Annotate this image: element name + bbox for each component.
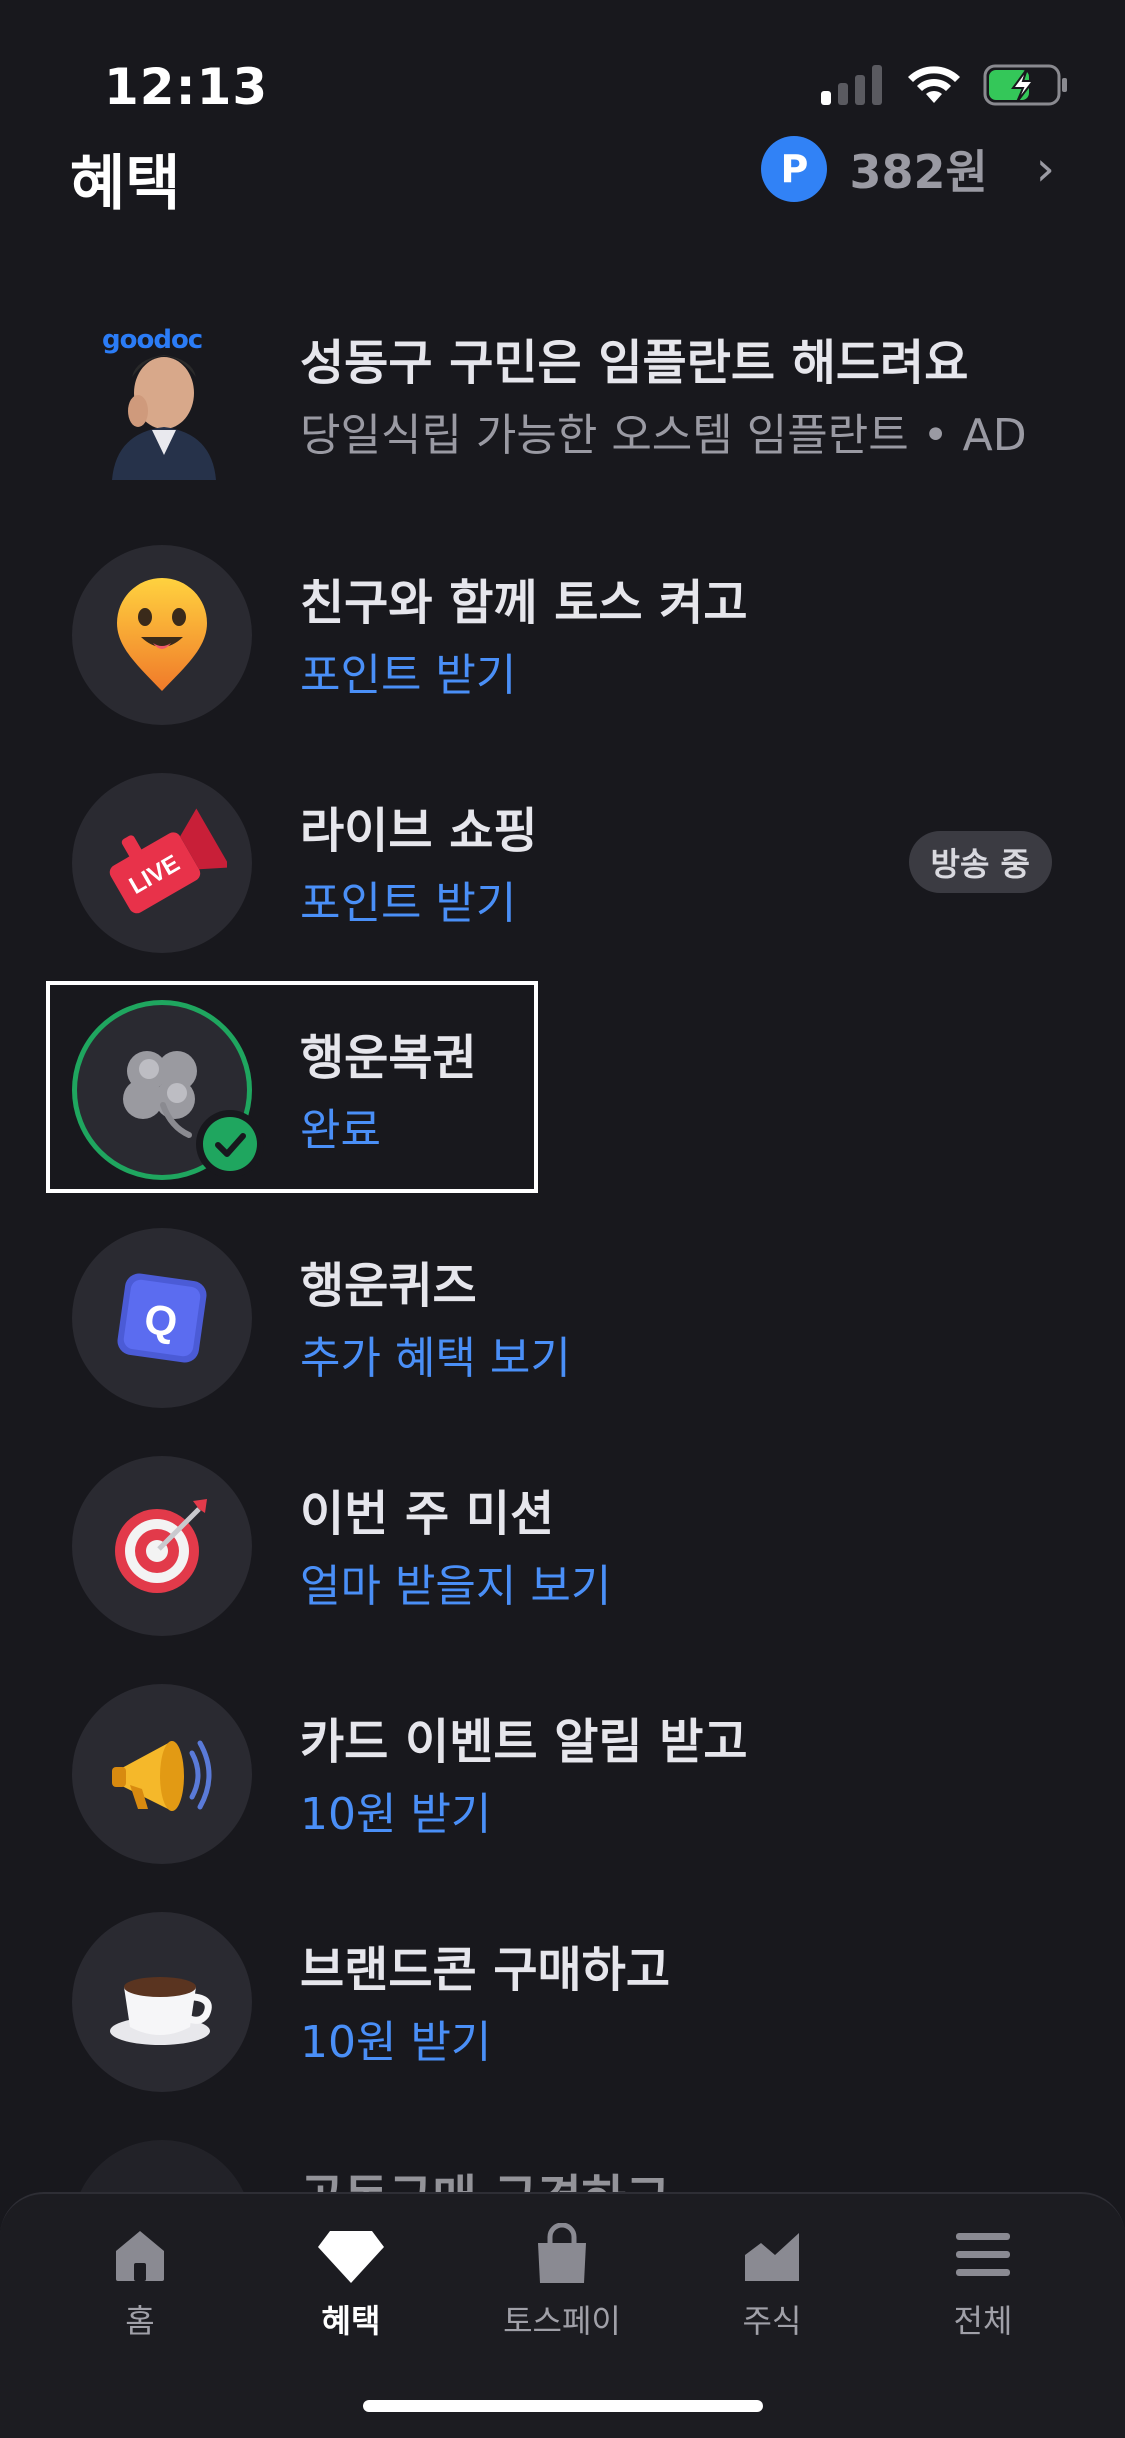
list-item-ad[interactable]: goodoc 성동구 구민은 임플란트 해드려요 당일식립 가능한 오스템 임플…	[72, 305, 1062, 485]
wifi-icon	[908, 66, 960, 103]
list-item-weekly-mission[interactable]: 이번 주 미션 얼마 받을지 보기	[72, 1456, 1062, 1636]
smiley-pin-icon	[72, 545, 252, 725]
battery-charging-icon	[983, 64, 1067, 106]
list-item-lucky-quiz[interactable]: Q 행운퀴즈 추가 혜택 보기	[72, 1228, 1062, 1408]
gem-icon	[271, 2220, 431, 2290]
list-item-brandcon[interactable]: 브랜드콘 구매하고 10원 받기	[72, 1912, 1062, 2092]
home-icon	[60, 2220, 220, 2290]
item-title: 친구와 함께 토스 켜고	[300, 575, 748, 631]
nav-home[interactable]: 홈	[60, 2220, 220, 2340]
item-title: 카드 이벤트 알림 받고	[300, 1714, 748, 1770]
live-megaphone-icon: LIVE	[72, 773, 252, 953]
menu-icon	[903, 2220, 1063, 2290]
nav-label: 홈	[125, 2302, 155, 2340]
coffee-cup-icon	[72, 1912, 252, 2092]
item-title: 행운복권	[300, 1030, 477, 1086]
target-icon	[72, 1456, 252, 1636]
item-subtitle: 10원 받기	[300, 2017, 492, 2068]
item-subtitle: 포인트 받기	[300, 650, 517, 701]
nav-stocks[interactable]: 주식	[692, 2220, 852, 2340]
item-subtitle: 10원 받기	[300, 1789, 492, 1840]
cellular-signal-icon	[821, 65, 882, 105]
list-item-live-shopping[interactable]: LIVE 라이브 쇼핑 포인트 받기 방송 중	[72, 773, 1062, 953]
item-title: 행운퀴즈	[300, 1258, 477, 1314]
nav-label: 혜택	[321, 2302, 381, 2340]
nav-tosspay[interactable]: 토스페이	[482, 2220, 642, 2340]
completed-check-icon	[196, 1110, 264, 1178]
quiz-cube-icon: Q	[72, 1228, 252, 1408]
list-item-lucky-lottery[interactable]: 행운복권 완료	[72, 1000, 1062, 1180]
chevron-right-icon: ›	[1035, 141, 1055, 197]
item-title: 브랜드콘 구매하고	[300, 1942, 670, 1998]
ad-logo-text: goodoc	[102, 325, 203, 355]
home-indicator[interactable]	[363, 2400, 763, 2412]
stock-chart-icon	[692, 2220, 852, 2290]
points-value: 382원	[849, 145, 988, 199]
item-subtitle: 당일식립 가능한 오스템 임플란트 • AD	[300, 410, 1027, 461]
status-icons	[821, 64, 1069, 106]
item-subtitle: 포인트 받기	[300, 878, 517, 929]
list-item-card-event[interactable]: 카드 이벤트 알림 받고 10원 받기	[72, 1684, 1062, 1864]
nav-all[interactable]: 전체	[903, 2220, 1063, 2340]
ad-thumbnail: goodoc	[102, 315, 222, 480]
quiz-icon-text: Q	[142, 1295, 181, 1346]
nav-benefits[interactable]: 혜택	[271, 2220, 431, 2340]
item-subtitle: 추가 혜택 보기	[300, 1333, 571, 1384]
item-title: 라이브 쇼핑	[300, 803, 538, 859]
nav-label: 주식	[742, 2302, 802, 2340]
shopping-bag-icon	[482, 2220, 642, 2290]
points-button[interactable]: P 382원 ›	[761, 134, 1055, 204]
nav-label: 토스페이	[503, 2302, 621, 2340]
status-bar: 12:13	[0, 0, 1125, 140]
nav-label: 전체	[953, 2302, 1013, 2340]
status-time: 12:13	[104, 58, 269, 116]
live-status-badge: 방송 중	[908, 831, 1052, 893]
page-title: 혜택	[70, 149, 181, 219]
item-subtitle: 얼마 받을지 보기	[300, 1561, 612, 1612]
header: 혜택 P 382원 ›	[0, 120, 1125, 230]
list-item-invite-friends[interactable]: 친구와 함께 토스 켜고 포인트 받기	[72, 545, 1062, 725]
megaphone-icon	[72, 1684, 252, 1864]
item-title: 이번 주 미션	[300, 1486, 555, 1542]
points-badge-icon: P	[761, 136, 828, 202]
item-subtitle: 완료	[300, 1105, 381, 1156]
item-title: 성동구 구민은 임플란트 해드려요	[300, 335, 969, 391]
